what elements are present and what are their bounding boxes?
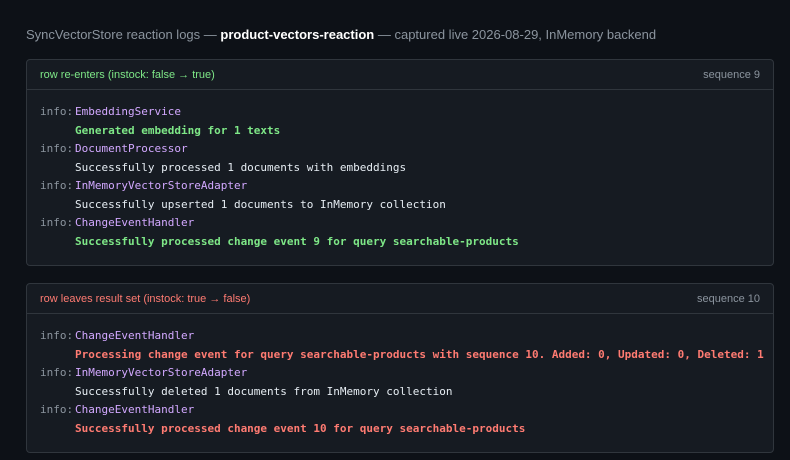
log-level: info: [40,142,74,155]
log-body: info: ChangeEventHandler Processing chang… [27,314,773,444]
sequence-label: sequence 10 [697,292,760,305]
log-panel-sequence-9: row re-enters (instock: false → true) se… [26,59,774,266]
log-message: Successfully upserted 1 documents to InM… [75,197,446,211]
log-source-line: info: DocumentProcessor [40,140,760,159]
header-prefix: SyncVectorStore reaction logs — [26,27,221,42]
panel-title: row re-enters (instock: false → true) [40,68,215,81]
log-source-line: info: ChangeEventHandler [40,214,760,233]
log-source: ChangeEventHandler [75,216,195,229]
log-level: info: [40,329,74,342]
log-source-line: info: ChangeEventHandler [40,401,760,420]
log-source: InMemoryVectorStoreAdapter [75,179,248,192]
log-source: DocumentProcessor [75,142,188,155]
panel-header: row leaves result set (instock: true → f… [27,284,773,314]
log-message: Processing change event for query search… [75,347,764,361]
log-level: info: [40,105,74,118]
log-source: ChangeEventHandler [75,329,195,342]
log-level: info: [40,216,74,229]
panel-title: row leaves result set (instock: true → f… [40,292,251,305]
log-body: info: EmbeddingService Generated embeddin… [27,90,773,257]
log-level: info: [40,366,74,379]
header-suffix: — captured live 2026-08-29, InMemory bac… [374,27,657,42]
log-source: EmbeddingService [75,105,181,118]
page-header: SyncVectorStore reaction logs — product-… [26,27,656,42]
sequence-label: sequence 9 [703,68,760,81]
log-source-line: info: ChangeEventHandler [40,327,760,346]
log-panel-sequence-10: row leaves result set (instock: true → f… [26,283,774,453]
panel-header: row re-enters (instock: false → true) se… [27,60,773,90]
reaction-name: product-vectors-reaction [220,27,375,42]
log-source-line: info: EmbeddingService [40,103,760,122]
log-source: InMemoryVectorStoreAdapter [75,366,248,379]
log-level: info: [40,403,74,416]
log-source-line: info: InMemoryVectorStoreAdapter [40,364,760,383]
log-source: ChangeEventHandler [75,403,195,416]
log-message: Successfully processed 1 documents with … [75,160,407,174]
log-message: Successfully processed change event 9 fo… [75,234,519,248]
log-message: Successfully deleted 1 documents from In… [75,384,453,398]
log-message: Successfully processed change event 10 f… [75,421,526,435]
log-message: Generated embedding for 1 texts [75,123,281,137]
log-source-line: info: InMemoryVectorStoreAdapter [40,177,760,196]
log-level: info: [40,179,74,192]
